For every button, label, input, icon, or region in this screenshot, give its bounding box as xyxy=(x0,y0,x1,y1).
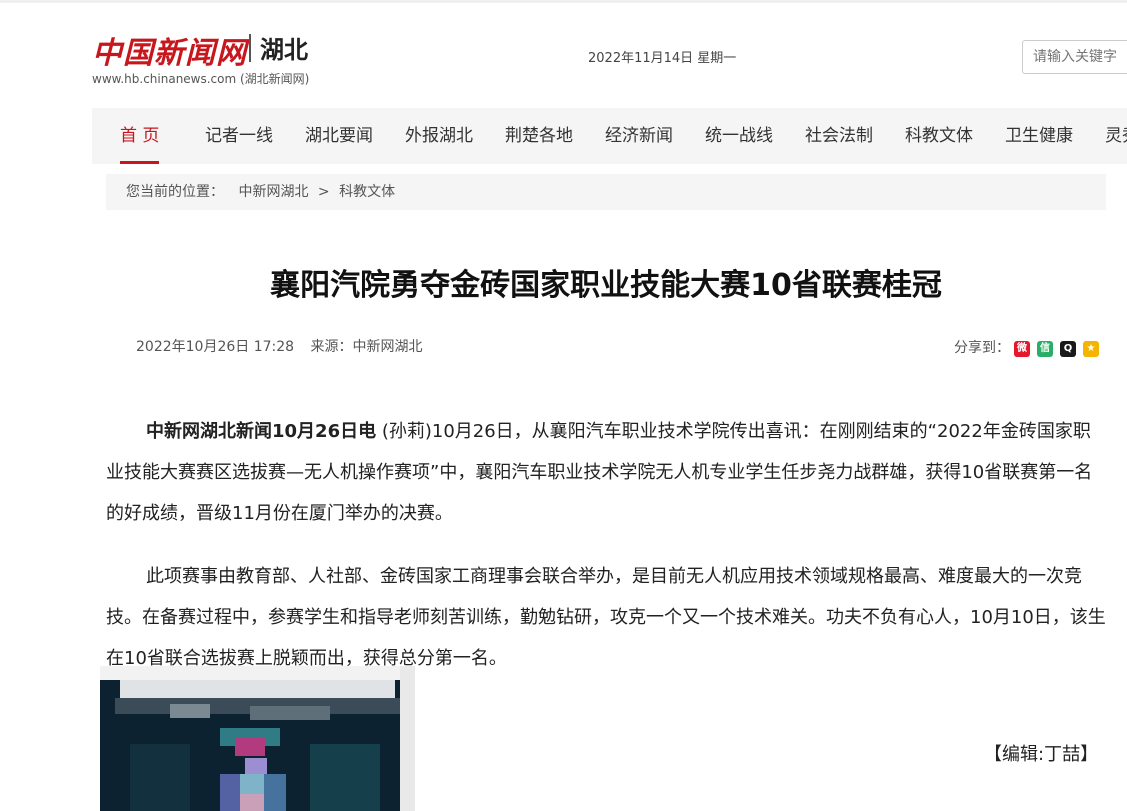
logo-wordmark: 中国新闻网 xyxy=(92,36,247,71)
article-photo xyxy=(100,666,415,811)
logo-url: www.hb.chinanews.com (湖北新闻网) xyxy=(92,72,310,86)
logo-region: 湖北 xyxy=(260,36,308,64)
breadcrumb-separator: > xyxy=(317,184,330,200)
article-title: 襄阳汽院勇夺金砖国家职业技能大赛10省联赛桂冠 xyxy=(270,268,942,303)
nav-item-foreign-press[interactable]: 外报湖北 xyxy=(405,108,473,164)
article-lead: 中新网湖北新闻10月26日电 xyxy=(146,421,377,442)
qzone-icon[interactable]: ★ xyxy=(1083,341,1099,357)
nav-item-united-front[interactable]: 统一战线 xyxy=(705,108,773,164)
article-meta: 2022年10月26日 17:28 来源：中新网湖北 xyxy=(136,336,435,356)
nav-item-health[interactable]: 卫生健康 xyxy=(1005,108,1073,164)
header-date: 2022年11月14日 星期一 xyxy=(588,51,737,66)
nav-item-home[interactable]: 首 页 xyxy=(120,108,160,164)
article-paragraph: 此项赛事由教育部、人社部、金砖国家工商理事会联合举办，是目前无人机应用技术领域规… xyxy=(106,566,1106,669)
article-editor: 【编辑:丁喆】 xyxy=(984,744,1099,765)
article-paragraph: 中新网湖北新闻10月26日电 (孙莉)10月26日，从襄阳汽车职业技术学院传出喜… xyxy=(106,411,1106,534)
nav-item-lingxiu[interactable]: 灵秀 xyxy=(1105,108,1127,164)
breadcrumb-home-link[interactable]: 中新网湖北 xyxy=(238,184,308,200)
breadcrumb-current-link[interactable]: 科教文体 xyxy=(339,184,395,200)
search-input[interactable] xyxy=(1022,40,1127,74)
breadcrumb-prefix: 您当前的位置： xyxy=(126,184,224,200)
nav-item-hubei-news[interactable]: 湖北要闻 xyxy=(305,108,373,164)
nav-item-economy[interactable]: 经济新闻 xyxy=(605,108,673,164)
weibo-icon[interactable]: 微 xyxy=(1014,341,1030,357)
site-logo[interactable]: 中国新闻网 湖北 www.hb.chinanews.com (湖北新闻网) xyxy=(92,28,332,88)
qq-icon[interactable]: Q xyxy=(1060,341,1076,357)
top-strip xyxy=(0,0,1127,3)
article-body: 中新网湖北新闻10月26日电 (孙莉)10月26日，从襄阳汽车职业技术学院传出喜… xyxy=(106,411,1106,701)
article-source: 来源：中新网湖北 xyxy=(310,339,423,355)
logo-divider xyxy=(249,34,251,62)
breadcrumb: 您当前的位置： 中新网湖北 > 科教文体 xyxy=(106,174,1106,210)
share-label: 分享到： xyxy=(954,340,1010,356)
wechat-icon[interactable]: 信 xyxy=(1037,341,1053,357)
nav-item-society-law[interactable]: 社会法制 xyxy=(805,108,873,164)
nav-item-jingchu[interactable]: 荆楚各地 xyxy=(505,108,573,164)
article-datetime: 2022年10月26日 17:28 xyxy=(136,339,295,355)
main-nav: 首 页 记者一线 湖北要闻 外报湖北 荆楚各地 经济新闻 统一战线 社会法制 科… xyxy=(92,108,1127,164)
nav-item-science-culture[interactable]: 科教文体 xyxy=(905,108,973,164)
nav-item-reporter[interactable]: 记者一线 xyxy=(205,108,273,164)
